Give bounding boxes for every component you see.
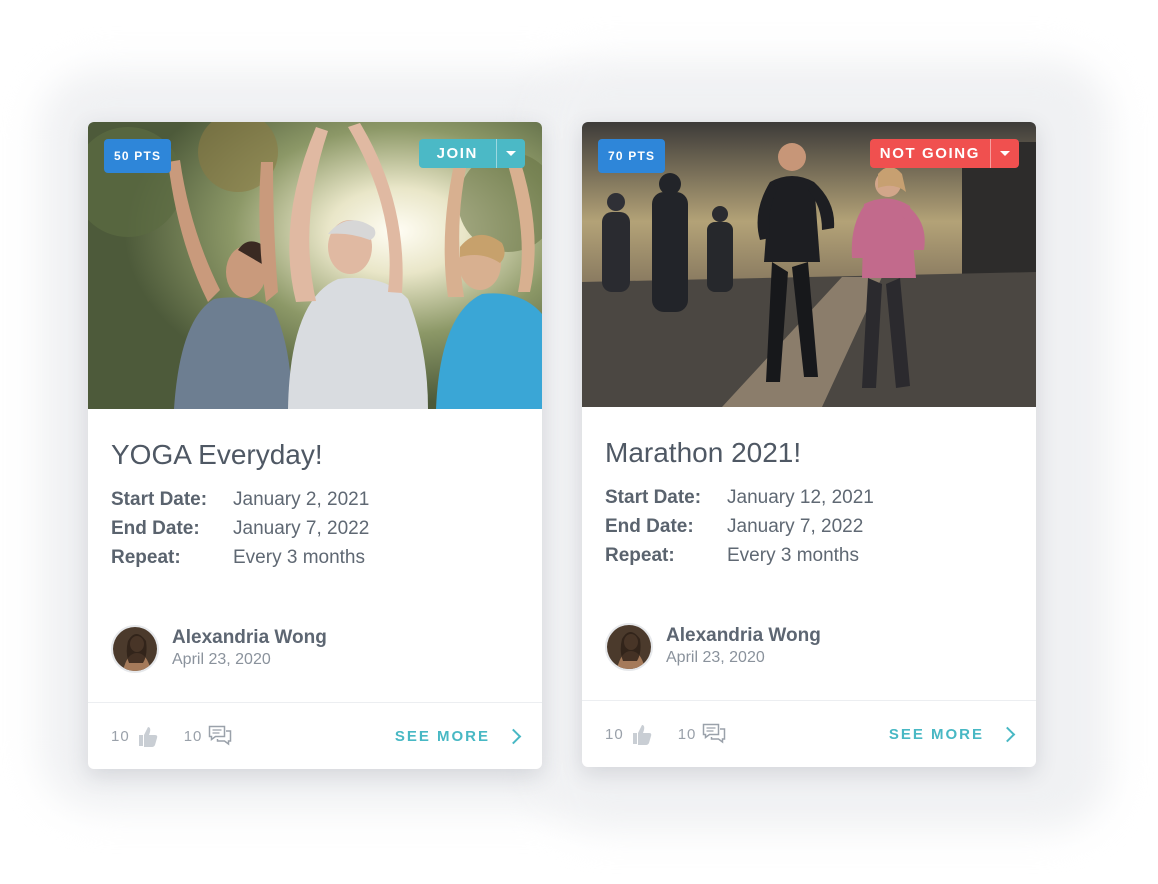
rsvp-dropdown-not-going[interactable]: NOT GOING — [869, 139, 1019, 168]
like-count: 10 — [605, 725, 624, 743]
comment-count: 10 — [677, 725, 697, 743]
author-name[interactable]: Alexandria Wong — [172, 627, 327, 649]
end-date-value: January 7, 2022 — [727, 516, 864, 537]
repeat-value: Every 3 months — [727, 545, 859, 566]
event-title: YOGA Everyday! — [111, 439, 323, 470]
repeat-value: Every 3 months — [233, 547, 365, 568]
comment-icon[interactable] — [702, 723, 726, 745]
end-date-label: End Date: — [605, 516, 694, 537]
thumbs-up-icon[interactable] — [630, 722, 654, 746]
points-badge: 70 PTS — [598, 139, 666, 173]
repeat-label: Repeat: — [605, 545, 675, 566]
start-date-label: Start Date: — [605, 487, 702, 508]
event-title: Marathon 2021! — [605, 437, 802, 468]
chevron-down-icon[interactable] — [990, 139, 1019, 168]
thumbs-up-icon[interactable] — [136, 724, 160, 748]
author-name[interactable]: Alexandria Wong — [666, 625, 821, 647]
points-badge: 50 PTS — [104, 139, 172, 173]
rsvp-dropdown-join[interactable]: JOIN — [418, 139, 525, 168]
see-more-link[interactable]: SEE MORE — [395, 728, 490, 745]
comment-count: 10 — [183, 727, 203, 745]
comment-icon[interactable] — [208, 725, 232, 747]
avatar[interactable] — [605, 623, 653, 671]
start-date-value: January 2, 2021 — [233, 489, 370, 510]
author[interactable]: Alexandria Wong April 23, 2020 — [605, 620, 1013, 674]
end-date-label: End Date: — [111, 518, 200, 539]
post-date: April 23, 2020 — [172, 651, 271, 668]
start-date-value: January 12, 2021 — [727, 487, 874, 508]
avatar[interactable] — [111, 625, 159, 673]
event-image: 50 PTS JOIN — [88, 122, 542, 409]
post-date: April 23, 2020 — [666, 649, 765, 666]
see-more-link[interactable]: SEE MORE — [889, 726, 984, 743]
event-image: 70 PTS NOT GOING — [582, 122, 1036, 407]
author[interactable]: Alexandria Wong April 23, 2020 — [111, 622, 519, 676]
start-date-label: Start Date: — [111, 489, 208, 510]
chevron-right-icon[interactable] — [505, 728, 522, 744]
end-date-value: January 7, 2022 — [233, 518, 370, 539]
rsvp-label[interactable]: JOIN — [419, 139, 496, 168]
rsvp-label[interactable]: NOT GOING — [870, 139, 990, 168]
chevron-right-icon[interactable] — [999, 726, 1016, 742]
event-card-marathon[interactable]: 70 PTS NOT GOING Marathon 2021! Start Da… — [582, 122, 1036, 767]
repeat-label: Repeat: — [111, 547, 181, 568]
event-card-yoga[interactable]: 50 PTS JOIN YOGA Everyday! Start Date: J… — [88, 122, 542, 769]
chevron-down-icon[interactable] — [496, 139, 525, 168]
like-count: 10 — [111, 727, 130, 745]
